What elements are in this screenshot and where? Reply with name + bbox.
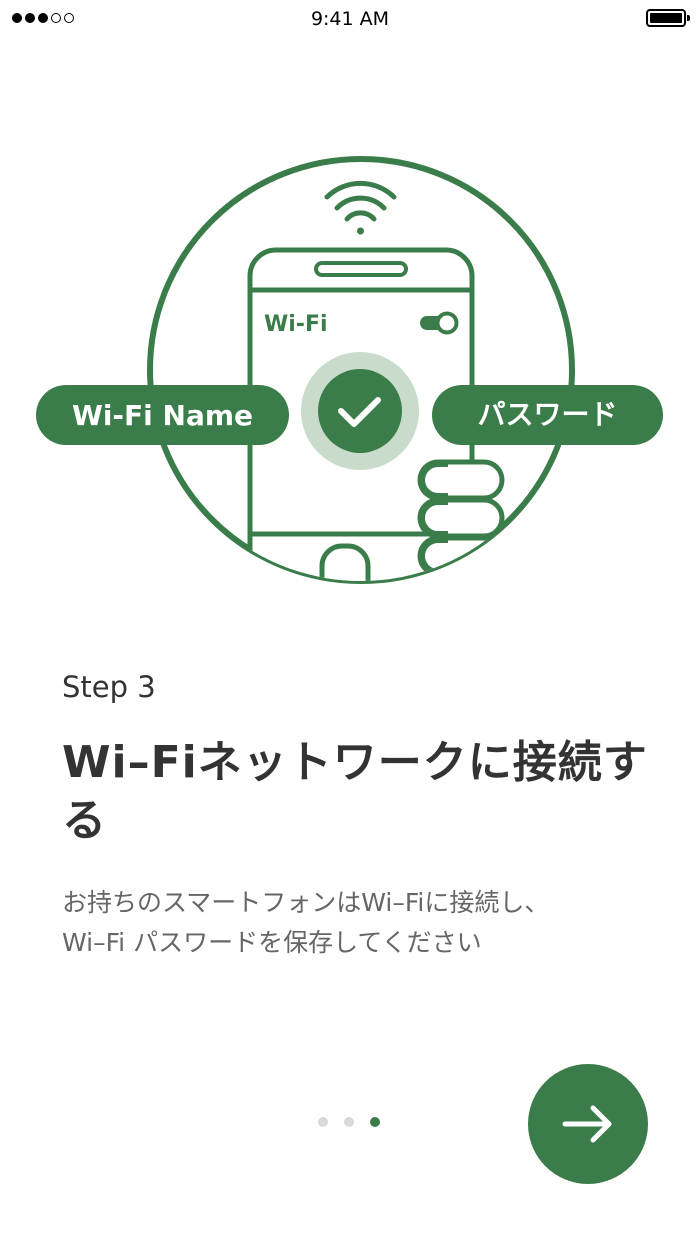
pagination-dots xyxy=(318,1117,380,1127)
page-description: お持ちのスマートフォンはWi–Fiに接続し、 Wi–Fi パスワードを保存してく… xyxy=(62,888,550,957)
password-pill: パスワード xyxy=(432,385,663,445)
next-button[interactable] xyxy=(528,1064,648,1184)
battery-icon xyxy=(646,9,690,27)
wifi-name-pill-label: Wi-Fi Name xyxy=(72,399,253,432)
step-label: Step 3 xyxy=(62,670,156,704)
password-pill-label: パスワード xyxy=(477,398,617,431)
check-circle xyxy=(318,369,402,453)
hand-icon xyxy=(417,459,505,581)
toggle-icon xyxy=(420,311,459,335)
status-bar: 9:41 AM xyxy=(0,0,700,40)
pagination-dot[interactable] xyxy=(318,1117,328,1127)
status-time: 9:41 AM xyxy=(310,8,390,30)
page-title: Wi–Fiネットワークに接続する xyxy=(62,737,648,846)
wifi-connect-illustration: Wi-Fi Wi-Fi Name パスワード xyxy=(36,156,663,584)
pagination-dot-active[interactable] xyxy=(370,1117,380,1127)
pagination-dot[interactable] xyxy=(344,1117,354,1127)
wifi-setting-label: Wi-Fi xyxy=(264,312,328,337)
arrow-right-icon xyxy=(562,1105,612,1143)
wifi-name-pill: Wi-Fi Name xyxy=(36,385,289,445)
